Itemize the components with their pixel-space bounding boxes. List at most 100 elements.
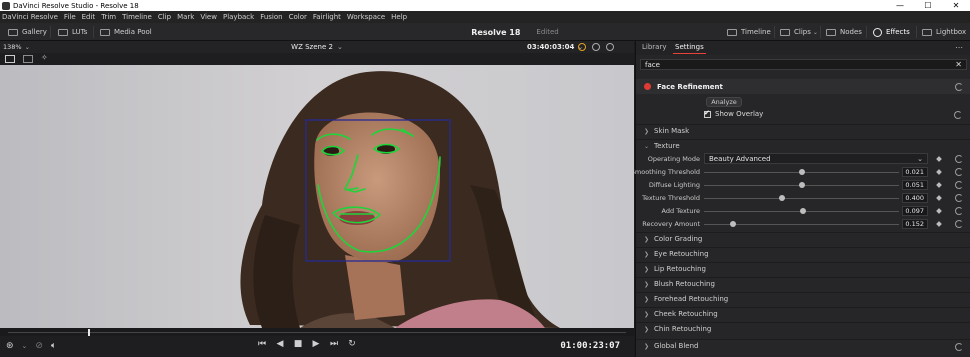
media-pool-button[interactable]: Media Pool: [100, 23, 152, 41]
reset-icon[interactable]: [955, 155, 963, 163]
effect-enable-toggle[interactable]: [644, 83, 651, 90]
timeline-button[interactable]: Timeline: [727, 23, 771, 41]
menu-workspace[interactable]: Workspace: [347, 13, 385, 21]
highlight-icon[interactable]: [592, 43, 600, 51]
keyframe-icon[interactable]: [936, 195, 942, 201]
reset-icon[interactable]: [955, 168, 963, 176]
section-eye-retouching[interactable]: ❯ Eye Retouching: [636, 247, 970, 260]
keyframe-icon[interactable]: [936, 182, 942, 188]
clips-icon: [780, 28, 790, 36]
gallery-button[interactable]: Gallery: [8, 23, 47, 41]
reset-icon[interactable]: [955, 82, 963, 91]
color-wheel-icon[interactable]: [578, 43, 586, 51]
loop-icon[interactable]: ↻: [346, 339, 358, 349]
play-reverse-icon[interactable]: ◀: [274, 339, 286, 349]
slider-knob[interactable]: [798, 169, 805, 175]
slider-knob[interactable]: [730, 221, 737, 227]
section-label: Color Grading: [654, 235, 703, 243]
menu-playback[interactable]: Playback: [223, 13, 254, 21]
slider-knob[interactable]: [798, 182, 805, 188]
param-value-field[interactable]: 0.097: [902, 206, 928, 216]
reset-icon[interactable]: [955, 207, 963, 215]
param-recovery-amount: Recovery Amount 0.152: [636, 218, 970, 230]
param-texture-threshold: Texture Threshold 0.400: [636, 192, 970, 204]
operating-mode-dropdown[interactable]: Beauty Advanced ⌄: [704, 153, 928, 164]
effect-header[interactable]: Face Refinement: [636, 79, 970, 94]
maximize-icon[interactable]: ☐: [914, 0, 942, 11]
menu-mark[interactable]: Mark: [177, 13, 194, 21]
playhead[interactable]: [88, 329, 90, 336]
section-global-blend[interactable]: ❯ Global Blend: [636, 339, 970, 352]
go-to-end-icon[interactable]: ⏭︎: [328, 339, 340, 349]
effects-label: Effects: [886, 28, 910, 36]
operating-mode-value: Beauty Advanced: [709, 154, 771, 163]
reset-icon[interactable]: [955, 343, 963, 351]
video-viewer[interactable]: [0, 65, 634, 328]
minimize-icon[interactable]: —: [886, 0, 914, 11]
split-viewer-icon[interactable]: [23, 55, 33, 63]
stop-icon[interactable]: ■: [292, 339, 304, 349]
close-icon[interactable]: ✕: [942, 0, 970, 11]
menu-help[interactable]: Help: [391, 13, 407, 21]
keyframe-icon[interactable]: [936, 169, 942, 175]
clear-search-icon[interactable]: ✕: [955, 60, 962, 69]
menu-davinci-resolve[interactable]: DaVinci Resolve: [2, 13, 58, 21]
more-options-icon[interactable]: ⋯: [955, 43, 963, 52]
sparkle-icon[interactable]: ✧: [41, 53, 51, 62]
section-blush-retouching[interactable]: ❯ Blush Retouching: [636, 277, 970, 290]
menu-file[interactable]: File: [64, 13, 76, 21]
reset-icon[interactable]: [955, 181, 963, 189]
lightbox-button[interactable]: Lightbox: [922, 23, 966, 41]
single-viewer-icon[interactable]: [5, 55, 15, 63]
mute-icon[interactable]: ⊘: [35, 341, 43, 351]
menu-fusion[interactable]: Fusion: [260, 13, 282, 21]
luts-button[interactable]: LUTs: [58, 23, 87, 41]
reset-icon[interactable]: [955, 220, 963, 228]
param-value-field[interactable]: 0.400: [902, 193, 928, 203]
param-value-field[interactable]: 0.021: [902, 167, 928, 177]
section-lip-retouching[interactable]: ❯ Lip Retouching: [636, 262, 970, 275]
slider-knob[interactable]: [779, 195, 785, 201]
section-color-grading[interactable]: ❯ Color Grading: [636, 232, 970, 245]
section-skin-mask[interactable]: ❯ Skin Mask: [636, 124, 970, 137]
tab-library[interactable]: Library: [642, 43, 666, 51]
scrub-bar[interactable]: [0, 328, 634, 336]
play-icon[interactable]: ▶: [310, 339, 322, 349]
show-overlay-checkbox[interactable]: [704, 109, 711, 118]
menu-view[interactable]: View: [200, 13, 217, 21]
menu-edit[interactable]: Edit: [82, 13, 96, 21]
section-chin-retouching[interactable]: ❯ Chin Retouching: [636, 322, 970, 335]
menu-clip[interactable]: Clip: [158, 13, 171, 21]
clips-button[interactable]: Clips ⌄: [780, 23, 818, 41]
param-label: Texture Threshold: [642, 194, 700, 202]
go-to-start-icon[interactable]: ⏮︎: [256, 339, 268, 349]
param-value-field[interactable]: 0.152: [902, 219, 928, 229]
slider-knob[interactable]: [800, 208, 807, 214]
keyframe-icon[interactable]: [936, 208, 942, 214]
menu-trim[interactable]: Trim: [101, 13, 116, 21]
reset-icon[interactable]: [954, 111, 962, 119]
nodes-button[interactable]: Nodes: [826, 23, 862, 41]
keyframe-icon[interactable]: [936, 221, 942, 227]
show-overlay-option[interactable]: Show Overlay: [704, 109, 764, 118]
project-state: Edited: [536, 28, 559, 36]
keyframe-icon[interactable]: [936, 156, 942, 162]
effects-search-input[interactable]: face ✕: [640, 59, 967, 70]
menu-fairlight[interactable]: Fairlight: [313, 13, 341, 21]
menu-timeline[interactable]: Timeline: [122, 13, 152, 21]
bypass-icon[interactable]: [606, 43, 614, 51]
tab-settings[interactable]: Settings: [673, 43, 706, 54]
menu-color[interactable]: Color: [289, 13, 307, 21]
section-cheek-retouching[interactable]: ❯ Cheek Retouching: [636, 307, 970, 320]
chevron-down-icon[interactable]: ⌄: [22, 342, 28, 350]
section-texture[interactable]: ⌄ Texture: [636, 139, 970, 152]
show-overlay-label: Show Overlay: [715, 110, 764, 118]
param-slider[interactable]: [704, 198, 899, 199]
section-forehead-retouching[interactable]: ❯ Forehead Retouching: [636, 292, 970, 305]
effects-button[interactable]: Effects: [873, 23, 910, 41]
reset-icon[interactable]: [955, 194, 963, 202]
volume-icon[interactable]: 🔈︎: [51, 341, 56, 351]
param-value-field[interactable]: 0.051: [902, 180, 928, 190]
analyze-button[interactable]: Analyze: [706, 97, 742, 107]
audio-meter-icon[interactable]: ⊛: [6, 341, 14, 351]
